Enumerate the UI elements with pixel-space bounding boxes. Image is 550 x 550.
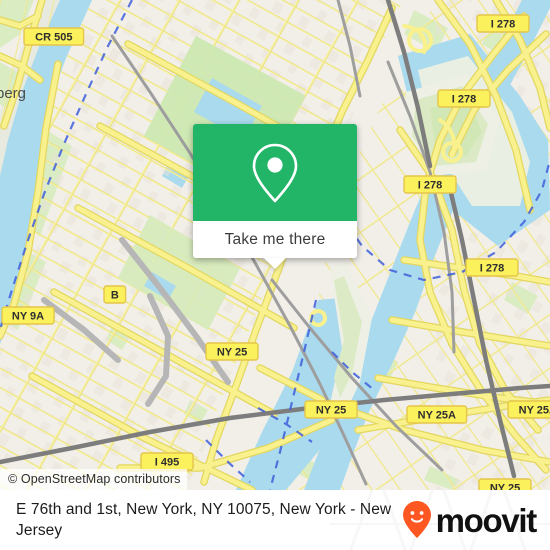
highway-shield: NY 25 — [304, 400, 358, 419]
highway-shield: B — [103, 285, 127, 304]
svg-text:I 278: I 278 — [418, 180, 442, 192]
highway-shield: CR 505 — [23, 27, 85, 46]
highway-shield: I 278 — [403, 175, 457, 194]
highway-shield: NY 25A — [507, 400, 550, 419]
svg-text:NY 25: NY 25 — [490, 483, 520, 490]
highway-shield: NY 9A — [1, 306, 55, 325]
moovit-smiley-pin-icon — [402, 501, 431, 538]
highway-shield: NY 25 — [478, 478, 532, 490]
map-place-label: berg — [0, 85, 26, 102]
popup-card-action[interactable]: Take me there — [193, 221, 357, 269]
map-place-labels: berg — [0, 85, 26, 102]
moovit-wordmark: moovit — [435, 501, 538, 539]
highway-shield: NY 25A — [406, 405, 468, 424]
svg-text:NY 9A: NY 9A — [12, 311, 44, 323]
location-address: E 76th and 1st, New York, NY 10075, New … — [16, 501, 392, 539]
moovit-map-page: CR 505 I 278 I 278 I 278 I 278 B NY 9A NY 25 NY … — [0, 0, 550, 550]
osm-attribution[interactable]: © OpenStreetMap contributors — [0, 469, 187, 490]
highway-shield: I 278 — [465, 258, 519, 277]
svg-text:NY 25A: NY 25A — [519, 405, 550, 417]
svg-text:NY 25A: NY 25A — [418, 410, 456, 422]
highway-shield: I 495 — [140, 452, 194, 471]
svg-text:CR 505: CR 505 — [35, 32, 72, 44]
moovit-brand[interactable]: moovit — [402, 500, 538, 540]
take-me-there-label: Take me there — [224, 230, 326, 248]
svg-text:I 278: I 278 — [491, 19, 515, 31]
svg-text:I 495: I 495 — [155, 457, 179, 469]
map-pin-icon — [252, 143, 298, 202]
page-footer: E 76th and 1st, New York, NY 10075, New … — [0, 490, 550, 550]
svg-text:NY 25: NY 25 — [217, 347, 247, 359]
highway-shield: I 278 — [476, 14, 530, 33]
svg-text:NY 25: NY 25 — [316, 405, 346, 417]
svg-text:B: B — [111, 290, 119, 302]
svg-text:I 278: I 278 — [480, 263, 504, 275]
svg-text:I 278: I 278 — [452, 94, 476, 106]
popup-pointer-tail — [264, 258, 286, 269]
highway-shield: I 278 — [437, 89, 491, 108]
highway-shield: NY 25 — [205, 342, 259, 361]
location-popup-card[interactable]: Take me there — [193, 124, 357, 269]
popup-card-header — [193, 124, 357, 221]
